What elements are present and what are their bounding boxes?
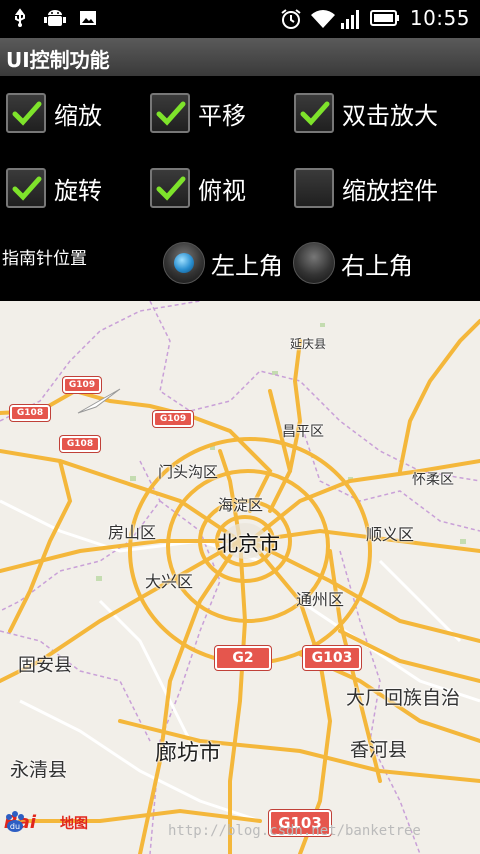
paw-icon: du [6, 811, 59, 833]
route-shield-g2: G2 [215, 646, 271, 670]
options-panel: 缩放 平移 双击放大 旋转 俯视 缩放控件 指南针位置 左上角 右上角 [0, 76, 480, 301]
checkbox-zoom-controls[interactable]: 缩放控件 [294, 163, 438, 213]
place-label: 门头沟区 [158, 463, 219, 481]
checkbox-rotate[interactable]: 旋转 [6, 163, 102, 213]
svg-text:du: du [10, 822, 20, 831]
map-view[interactable]: G109 G108 G109 G108 G2 G103 G103 延庆县 昌平区… [0, 301, 480, 854]
wifi-icon [310, 8, 335, 28]
compass-position-label: 指南针位置 [2, 249, 87, 269]
checkbox-pan[interactable]: 平移 [150, 88, 246, 138]
checkbox-label: 缩放控件 [342, 176, 438, 205]
android-debug-icon [44, 8, 66, 28]
place-label: 固安县 [18, 655, 72, 676]
check-icon [300, 101, 330, 126]
radio-top-left[interactable]: 左上角 [163, 240, 283, 286]
route-shield-g103: G103 [303, 646, 361, 670]
signal-icon [340, 8, 360, 29]
check-icon [12, 176, 42, 201]
radio-label: 右上角 [341, 251, 413, 280]
baidu-map-logo: Bai du 地图 [4, 811, 88, 833]
place-label: 海淀区 [218, 496, 264, 514]
logo-text: 地图 [60, 816, 89, 832]
route-shield-g108: G108 [60, 436, 100, 452]
checkbox-label: 平移 [198, 101, 246, 130]
title-bar: UI控制功能 [0, 38, 480, 77]
place-label: 香河县 [350, 739, 408, 761]
checkbox-box[interactable] [6, 93, 46, 133]
place-label-capital: 北京市 [217, 532, 280, 556]
checkbox-box[interactable] [150, 93, 190, 133]
watermark: http://blog.csdn.net/banketree [168, 823, 421, 839]
place-label: 通州区 [296, 590, 345, 609]
route-shield-g109: G109 [63, 377, 101, 393]
checkbox-zoom[interactable]: 缩放 [6, 88, 102, 138]
usb-icon [10, 8, 30, 28]
app-title: UI控制功能 [6, 48, 110, 72]
place-label: 顺义区 [366, 525, 415, 544]
place-label: 大兴区 [145, 572, 194, 591]
radio-label: 左上角 [211, 251, 283, 280]
place-label-city: 廊坊市 [155, 741, 222, 766]
battery-icon [369, 8, 400, 28]
checkbox-box[interactable] [294, 93, 334, 133]
route-shield-g108: G108 [10, 405, 50, 421]
place-label: 永清县 [10, 759, 68, 781]
checkbox-label: 缩放 [54, 101, 102, 130]
place-label: 昌平区 [282, 424, 324, 440]
alarm-icon [280, 8, 301, 29]
checkbox-label: 双击放大 [342, 101, 438, 130]
checkbox-box[interactable] [294, 168, 334, 208]
check-icon [12, 101, 42, 126]
check-icon [156, 101, 186, 126]
radio-button[interactable] [293, 242, 335, 284]
radio-button-selected[interactable] [163, 242, 205, 284]
checkbox-box[interactable] [6, 168, 46, 208]
checkbox-label: 俯视 [198, 176, 246, 205]
checkbox-box[interactable] [150, 168, 190, 208]
clock: 10:55 [409, 6, 470, 30]
image-icon [78, 8, 98, 28]
checkbox-overlook[interactable]: 俯视 [150, 163, 246, 213]
checkbox-double-tap-zoom[interactable]: 双击放大 [294, 88, 438, 138]
route-shield-g109: G109 [153, 411, 193, 427]
place-label: 房山区 [108, 523, 157, 542]
checkbox-label: 旋转 [54, 176, 102, 205]
place-label: 大厂回族自治 [346, 687, 461, 709]
radio-top-right[interactable]: 右上角 [293, 240, 413, 286]
place-label: 延庆县 [290, 337, 327, 351]
status-bar: 10:55 [0, 0, 480, 38]
place-label: 怀柔区 [412, 472, 454, 488]
check-icon [156, 176, 186, 201]
